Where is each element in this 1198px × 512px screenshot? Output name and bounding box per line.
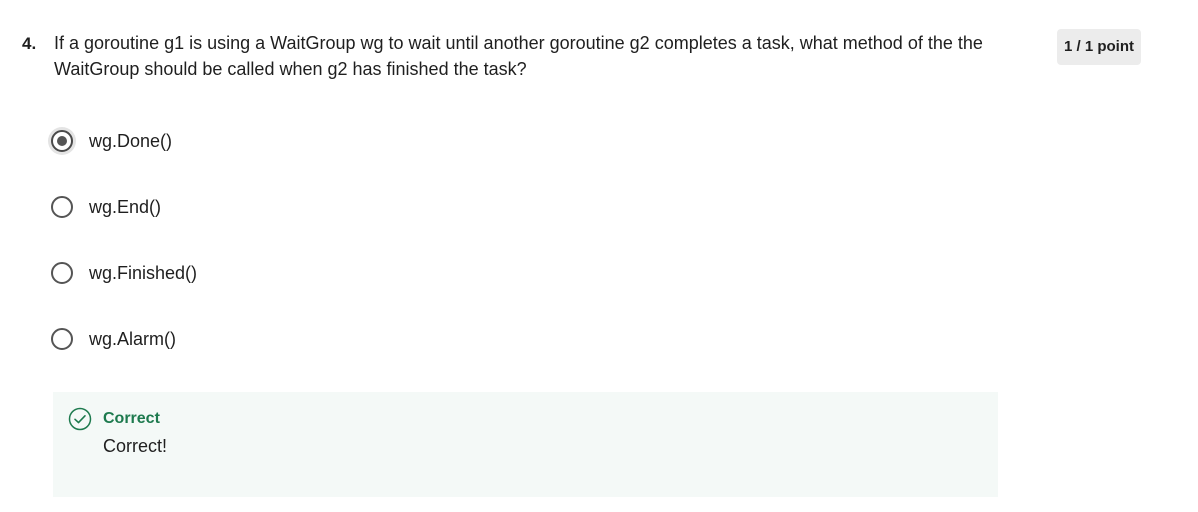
question-text: If a goroutine g1 is using a WaitGroup w…: [54, 33, 983, 79]
check-circle-icon: [68, 407, 92, 431]
option-done[interactable]: wg.Done(): [51, 124, 651, 158]
question-number: 4.: [22, 34, 37, 53]
feedback-panel: Correct Correct!: [53, 392, 998, 497]
option-end[interactable]: wg.End(): [51, 190, 651, 224]
score-badge: 1 / 1 point: [1057, 29, 1141, 65]
option-alarm[interactable]: wg.Alarm(): [51, 322, 651, 356]
option-finished[interactable]: wg.Finished(): [51, 256, 651, 290]
answer-options: wg.Done() wg.End() wg.Finished() wg.Alar…: [51, 124, 651, 388]
option-label: wg.Done(): [89, 130, 173, 151]
radio-button[interactable]: [51, 262, 73, 284]
radio-button[interactable]: [51, 328, 73, 350]
option-label: wg.End(): [89, 196, 162, 217]
radio-button[interactable]: [51, 196, 73, 218]
feedback-message: Correct!: [103, 436, 168, 456]
option-label: wg.Finished(): [89, 262, 198, 283]
radio-button-selected[interactable]: [51, 130, 73, 152]
option-label: wg.Alarm(): [89, 328, 177, 349]
feedback-title: Correct: [103, 410, 160, 427]
